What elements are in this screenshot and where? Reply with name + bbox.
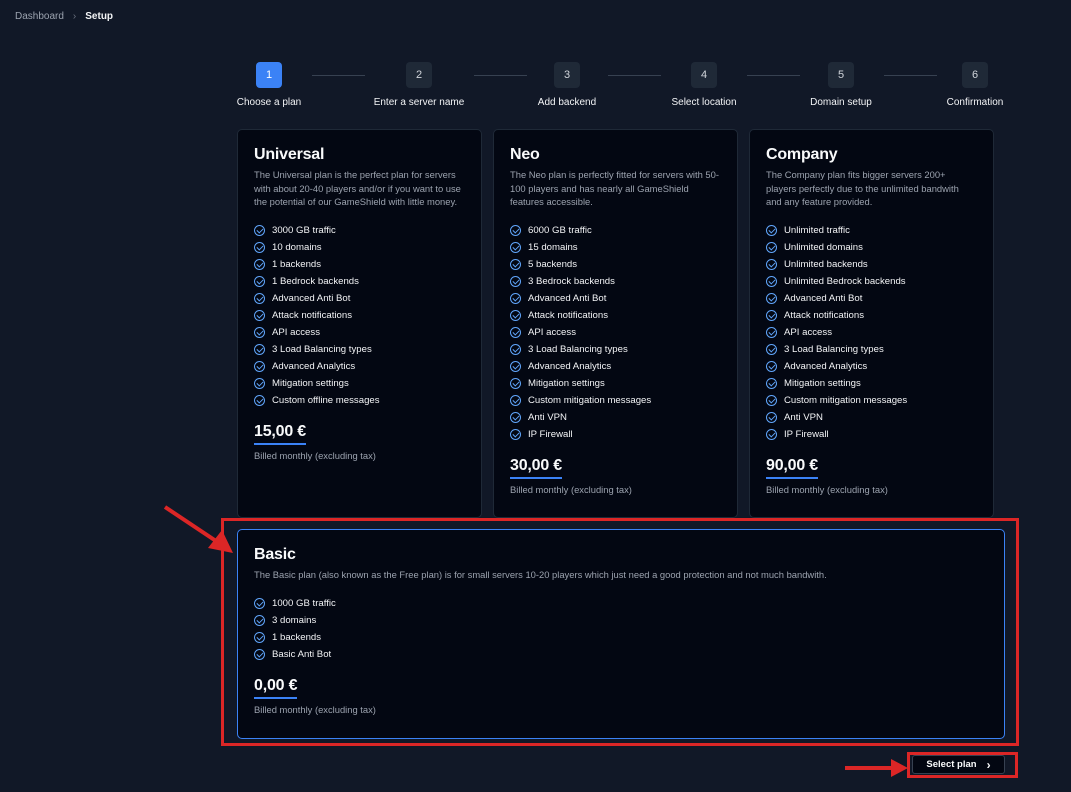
annotation-arrow-shaft: [163, 505, 224, 547]
annotation-arrow-head: [208, 530, 233, 553]
annotation-arrow: [163, 505, 908, 777]
annotation-arrow-head: [891, 759, 908, 777]
